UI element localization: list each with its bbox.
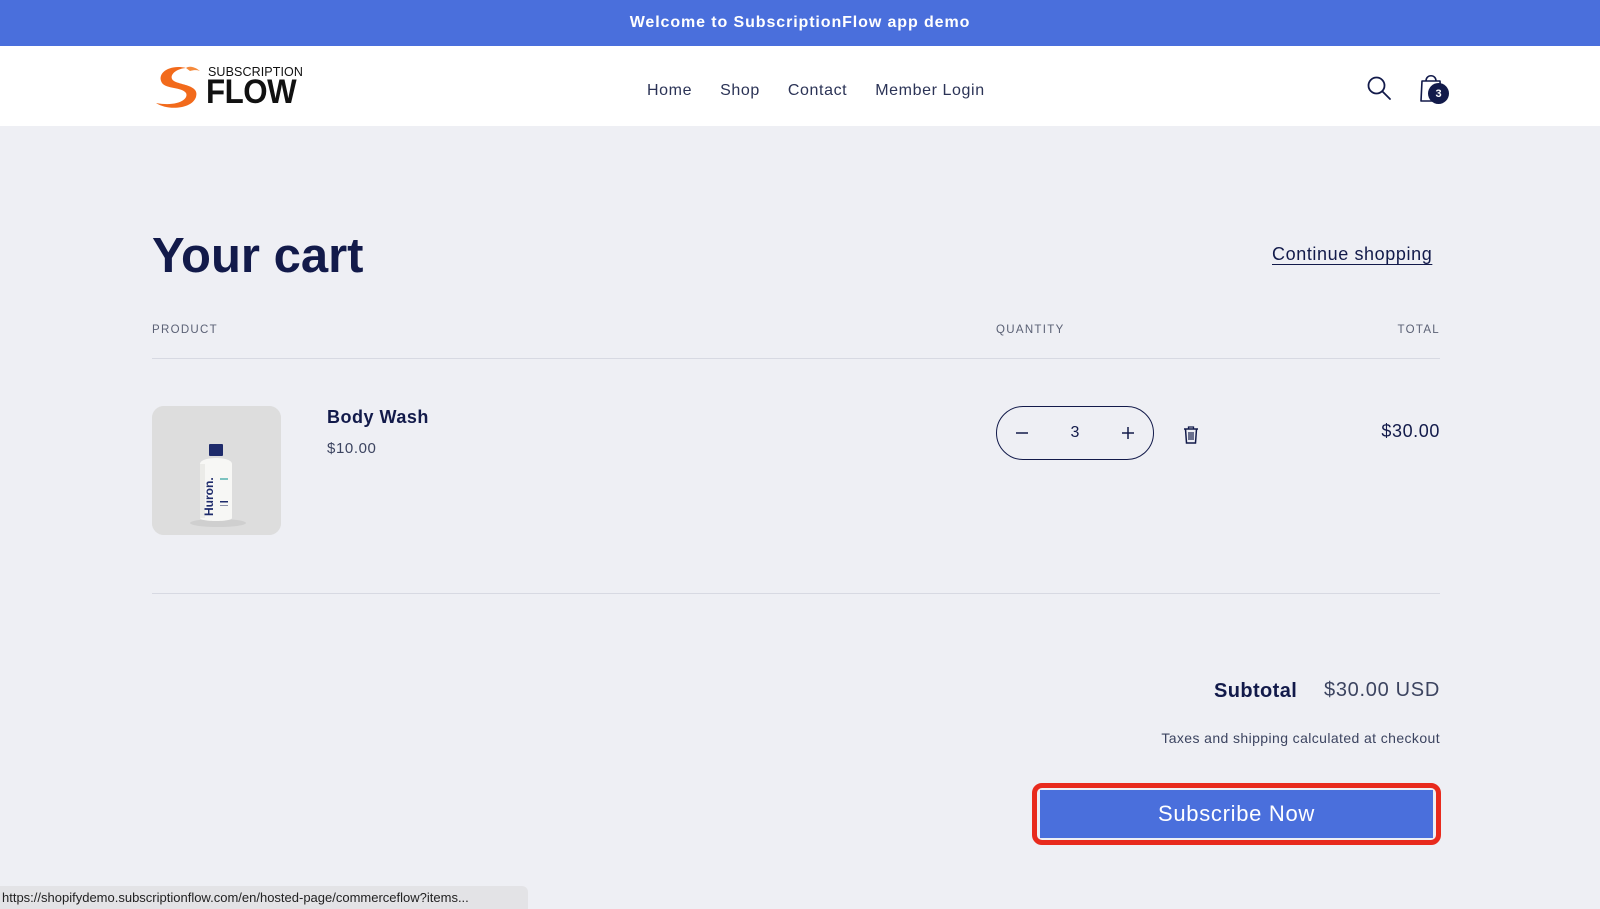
subtotal-label: Subtotal: [1214, 680, 1298, 702]
status-url: https://shopifydemo.subscriptionflow.com…: [2, 890, 469, 905]
minus-icon: [1016, 432, 1028, 434]
product-name[interactable]: Body Wash: [327, 407, 429, 428]
subscribe-now-button[interactable]: Subscribe Now: [1040, 790, 1433, 838]
logo-flow-text: FLOW: [206, 73, 297, 111]
continue-shopping-link[interactable]: Continue shopping: [1272, 244, 1432, 265]
total-column-header: TOTAL: [1397, 324, 1440, 336]
announcement-bar: Welcome to SubscriptionFlow app demo: [0, 0, 1600, 46]
table-header-divider: [152, 358, 1440, 359]
quantity-input[interactable]: 3: [1071, 424, 1080, 442]
trash-icon[interactable]: [1182, 425, 1200, 445]
quantity-column-header: QUANTITY: [996, 324, 1065, 336]
nav-item-contact[interactable]: Contact: [788, 82, 847, 100]
bottle-brand-text: Huron.: [202, 477, 216, 516]
page-title: Your cart: [152, 229, 364, 283]
nav-item-shop[interactable]: Shop: [720, 82, 760, 100]
table-footer-divider: [152, 593, 1440, 594]
nav-item-home[interactable]: Home: [647, 82, 692, 100]
main-nav: Home Shop Contact Member Login: [647, 82, 985, 100]
product-image[interactable]: Huron.: [152, 406, 281, 535]
browser-status-bar: https://shopifydemo.subscriptionflow.com…: [0, 886, 528, 909]
product-unit-price: $10.00: [327, 440, 377, 457]
plus-icon: [1122, 427, 1134, 439]
brand-logo[interactable]: SUBSCRIPTION FLOW: [152, 63, 303, 111]
logo-swirl-icon: [156, 66, 200, 108]
line-item-total: $30.00: [1381, 421, 1440, 441]
nav-item-member-login[interactable]: Member Login: [875, 82, 984, 100]
quantity-stepper: 3: [996, 406, 1154, 460]
cart-count-badge: 3: [1428, 83, 1449, 104]
body-wash-bottle-image: Huron.: [152, 406, 281, 535]
subtotal-value: $30.00 USD: [1324, 679, 1440, 701]
product-column-header: PRODUCT: [152, 324, 218, 336]
site-header: SUBSCRIPTION FLOW Home Shop Contact Memb…: [0, 46, 1600, 126]
increase-quantity-button[interactable]: [1113, 418, 1143, 448]
search-icon[interactable]: [1365, 74, 1393, 102]
tax-shipping-note: Taxes and shipping calculated at checkou…: [1161, 730, 1440, 746]
announcement-text: Welcome to SubscriptionFlow app demo: [629, 14, 971, 31]
decrease-quantity-button[interactable]: [1007, 418, 1037, 448]
